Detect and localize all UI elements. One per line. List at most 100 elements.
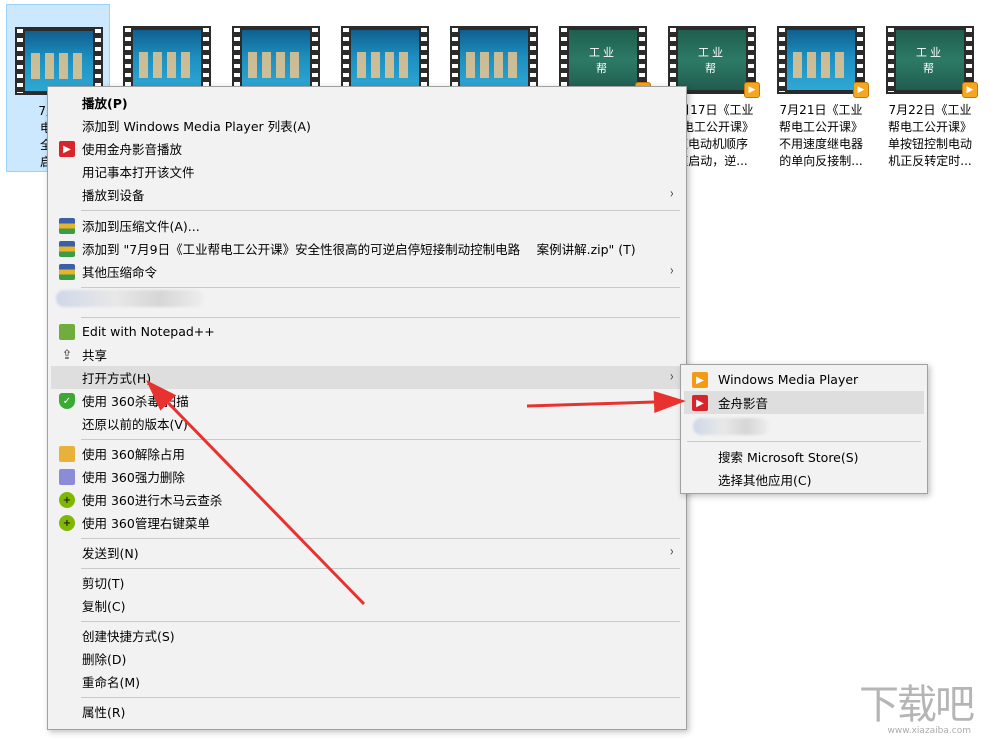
video-logo-text: 工业帮 [698,46,726,75]
menu-item-label: 还原以前的版本(V) [82,417,188,432]
video-logo-text: 工业帮 [916,46,944,75]
folder-unlock-icon [59,446,75,462]
submenu-item-jinzhou[interactable]: ▶ 金舟影音 [684,391,924,414]
menu-item-share[interactable]: ⇪ 共享 [51,343,683,366]
menu-item-label: 播放到设备 [82,188,145,203]
video-preview-image [123,26,211,94]
menu-item-scan-360[interactable]: ✓ 使用 360杀毒 扫描 [51,389,683,412]
submenu-item-label: 金舟影音 [718,396,769,411]
menu-item-force-delete-360[interactable]: 使用 360强力删除 [51,465,683,488]
video-preview-image [341,26,429,94]
menu-item-rename[interactable]: 重命名(M) [51,670,683,693]
menu-item-add-archive[interactable]: 添加到压缩文件(A)... [51,214,683,237]
menu-item-cast-device[interactable]: 播放到设备 › [51,183,683,206]
jinzhou-player-icon: ▶ [59,141,75,157]
video-file-thumbnail[interactable]: ▶ 7月21日《工业 帮电工公开课》 不用速度继电器 的单向反接制... [769,4,873,172]
video-preview-image: 工业帮 [886,26,974,94]
submenu-item-wmp[interactable]: ▶ Windows Media Player [684,368,924,391]
menu-item-edit-notepadpp[interactable]: Edit with Notepad++ [51,320,683,343]
menu-item-manage-menu-360[interactable]: + 使用 360管理右键菜单 [51,511,683,534]
menu-item-label: 添加到压缩文件(A)... [82,219,200,234]
menu-item-label: 复制(C) [82,599,126,614]
video-preview-image [232,26,320,94]
360-shield-icon: ✓ [59,393,75,409]
menu-item-label: 其他压缩命令 [82,265,158,280]
menu-item-unlock-360[interactable]: 使用 360解除占用 [51,442,683,465]
menu-separator [81,439,680,440]
notepadpp-icon [59,324,75,340]
video-preview-image [450,26,538,94]
menu-separator [81,621,680,622]
menu-item-add-wmp-list[interactable]: 添加到 Windows Media Player 列表(A) [51,114,683,137]
menu-item-play[interactable]: 播放(P) [51,91,683,114]
menu-item-label: 使用 360杀毒 扫描 [82,394,189,409]
menu-separator [81,317,680,318]
menu-item-label: 属性(R) [82,705,126,720]
winrar-icon [59,241,75,257]
submenu-item-label: 搜索 Microsoft Store(S) [718,450,859,465]
submenu-item-label: 选择其他应用(C) [718,473,812,488]
video-file-thumbnail[interactable]: 工业帮 ▶ 7月22日《工业 帮电工公开课》 单按钮控制电动 机正反转定时... [878,4,982,172]
jinzhou-player-icon: ▶ [692,395,708,411]
menu-separator [81,568,680,569]
menu-item-label: 发送到(N) [82,546,139,561]
menu-item-cut[interactable]: 剪切(T) [51,571,683,594]
menu-item-delete[interactable]: 删除(D) [51,647,683,670]
menu-item-send-to[interactable]: 发送到(N) › [51,541,683,564]
menu-item-label: 用记事本打开该文件 [82,165,195,180]
winrar-icon [59,264,75,280]
open-with-submenu: ▶ Windows Media Player ▶ 金舟影音 搜索 Microsoft… [680,364,928,494]
submenu-item-search-store[interactable]: 搜索 Microsoft Store(S) [684,445,924,468]
menu-item-trojan-scan-360[interactable]: + 使用 360进行木马云查杀 [51,488,683,511]
menu-item-label: 播放(P) [82,96,128,111]
file-name-label: 7月21日《工业 帮电工公开课》 不用速度继电器 的单向反接制... [778,103,863,168]
submenu-arrow-icon: › [670,186,675,202]
menu-separator [81,697,680,698]
menu-item-label: 重命名(M) [82,675,141,690]
menu-item-label: 打开方式(H) [82,371,152,386]
menu-item-label: 添加到 Windows Media Player 列表(A) [82,119,311,134]
menu-item-label: 使用金舟影音播放 [82,142,183,157]
context-menu: 播放(P) 添加到 Windows Media Player 列表(A) ▶ 使用… [47,86,687,730]
menu-item-restore-previous[interactable]: 还原以前的版本(V) [51,412,683,435]
menu-item-open-notepad[interactable]: 用记事本打开该文件 [51,160,683,183]
blurred-menu-item[interactable] [56,290,204,307]
menu-item-label: 使用 360强力删除 [82,470,185,485]
file-name-label: 7月22日《工业 帮电工公开课》 单按钮控制电动 机正反转定时... [887,103,972,168]
menu-item-label: Edit with Notepad++ [82,324,215,339]
menu-item-label: 使用 360管理右键菜单 [82,516,210,531]
menu-separator [81,287,680,288]
submenu-arrow-icon: › [670,544,675,560]
player-badge-icon: ▶ [853,82,869,98]
menu-item-properties[interactable]: 属性(R) [51,700,683,723]
share-icon: ⇪ [61,347,73,363]
video-logo-text: 工业帮 [589,46,617,75]
winrar-icon [59,218,75,234]
menu-item-label: 创建快捷方式(S) [82,629,175,644]
menu-item-label: 使用 360进行木马云查杀 [82,493,223,508]
menu-item-label: 使用 360解除占用 [82,447,185,462]
video-preview-image: 工业帮 [559,26,647,94]
menu-item-play-jinzhou[interactable]: ▶ 使用金舟影音播放 [51,137,683,160]
video-preview-image [15,27,103,95]
blurred-submenu-item[interactable] [693,418,769,435]
360-plus-icon: + [59,492,75,508]
menu-separator [81,210,680,211]
watermark-logo: 下载吧 [859,682,975,728]
menu-item-open-with[interactable]: 打开方式(H) › [51,366,683,389]
submenu-arrow-icon: › [670,263,675,279]
menu-item-label: 共享 [82,348,108,363]
menu-item-create-shortcut[interactable]: 创建快捷方式(S) [51,624,683,647]
menu-item-other-compress[interactable]: 其他压缩命令 › [51,260,683,283]
submenu-arrow-icon: › [670,369,675,385]
submenu-item-choose-other[interactable]: 选择其他应用(C) [684,468,924,491]
video-preview-image [777,26,865,94]
windows-media-player-icon: ▶ [692,372,708,388]
menu-item-add-to-zip[interactable]: 添加到 "7月9日《工业帮电工公开课》安全性很高的可逆启停短接制动控制电路 案例… [51,237,683,260]
submenu-item-label: Windows Media Player [718,372,859,387]
shredder-icon [59,469,75,485]
menu-item-label: 剪切(T) [82,576,125,591]
menu-separator [81,538,680,539]
menu-item-copy[interactable]: 复制(C) [51,594,683,617]
menu-item-label: 删除(D) [82,652,127,667]
